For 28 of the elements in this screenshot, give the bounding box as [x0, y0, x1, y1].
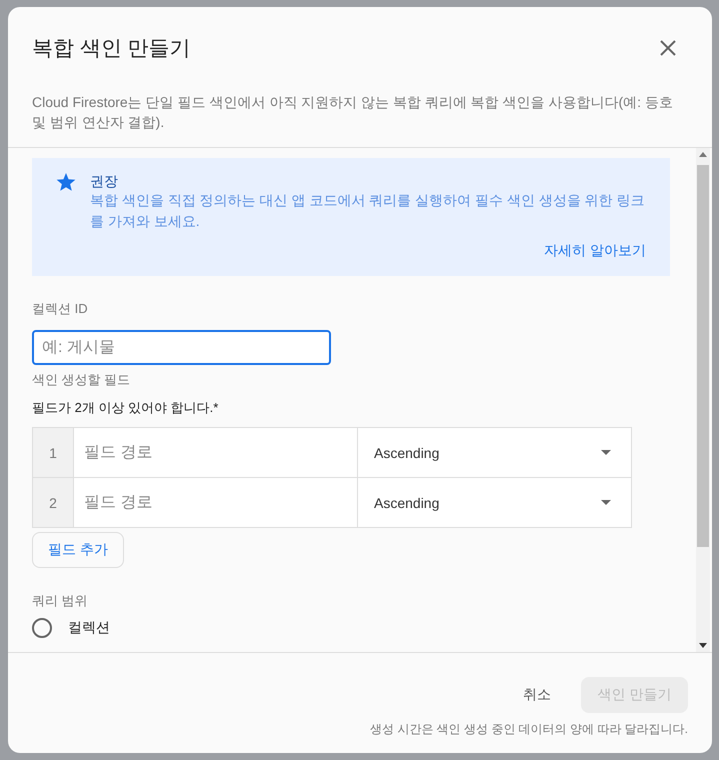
order-dropdown[interactable]: Ascending [358, 428, 631, 477]
radio-button[interactable] [32, 618, 52, 638]
dialog-description: Cloud Firestore는 단일 필드 색인에서 아직 지원하지 않는 복합 쿼리에 복합 색인을 사용합니다(예: 등호 및 범위 연산자 결합). [32, 93, 674, 132]
dialog-title: 복합 색인 만들기 [32, 36, 191, 62]
field-label: 컬렉션 ID [32, 300, 89, 318]
footer-note: 생성 시간은 색인 생성 중인 데이터의 양에 따라 달라집니다. [368, 721, 688, 738]
row-number: 1 [33, 428, 74, 477]
star-icon [56, 173, 76, 192]
learn-more-link[interactable]: 자세히 알아보기 [544, 242, 646, 260]
recommendation-text: 복합 색인을 직접 정의하는 대신 앱 코드에서 쿼리를 실행하여 필수 색인 생성을 위한 링크를 가져와 보세요. [90, 191, 646, 231]
field-path-input[interactable]: 필드 경로 [74, 478, 358, 527]
caret-icon [601, 500, 611, 505]
field-path-input[interactable]: 필드 경로 [74, 428, 358, 477]
add-field-button[interactable]: 필드 추가 [32, 532, 124, 568]
collection-id-field[interactable]: 예: 게시물 [32, 330, 331, 365]
cancel-button[interactable]: 취소 [517, 685, 557, 705]
row-number: 2 [33, 478, 74, 527]
recommendation-title: 권장 [90, 172, 119, 190]
caret-icon [601, 450, 611, 455]
close-icon[interactable] [660, 40, 676, 56]
order-dropdown[interactable]: Ascending [358, 478, 631, 527]
fields-note: 필드가 2개 이상 있어야 합니다.* [32, 399, 220, 417]
query-scope-label: 쿼리 범위 [32, 592, 89, 610]
scroll-down-icon[interactable] [699, 643, 707, 648]
field-label: 색인 생성할 필드 [32, 371, 132, 389]
scrollbar[interactable] [696, 148, 710, 652]
scroll-up-icon[interactable] [699, 152, 707, 157]
radio-label: 컬렉션 [68, 619, 110, 637]
